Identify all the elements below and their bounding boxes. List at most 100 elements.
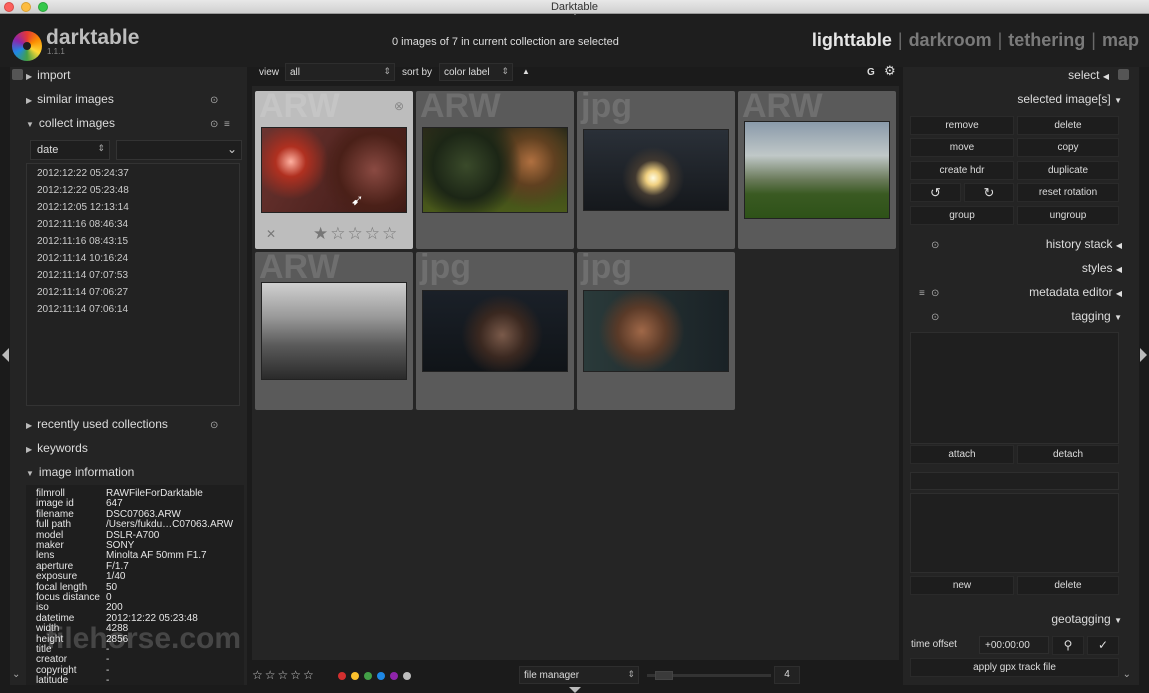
sort-direction-icon[interactable]: ▲ <box>522 67 530 76</box>
selected-images-header[interactable]: selected image[s] ▼ <box>1017 88 1122 110</box>
keywords-label: keywords <box>37 441 88 455</box>
date-list-item[interactable]: 2012:12:22 05:24:37 <box>37 168 129 179</box>
presets-icon[interactable]: ≡ <box>919 288 925 299</box>
metadata-editor-header[interactable]: metadata editor ◀ <box>1029 281 1122 303</box>
apply-gpx-button[interactable]: apply gpx track file <box>910 658 1119 677</box>
history-stack-header[interactable]: history stack ◀ <box>1046 233 1122 255</box>
image-information-label: image information <box>38 465 135 479</box>
star-rating[interactable]: ★☆☆☆☆ <box>313 224 399 244</box>
zoom-value[interactable]: 4 <box>774 666 800 684</box>
date-list-item[interactable]: 2012:11:14 07:06:14 <box>37 304 128 315</box>
collect-field-select[interactable]: date ⇕ <box>30 140 110 160</box>
date-list-item[interactable]: 2012:11:14 10:16:24 <box>37 253 128 264</box>
search-icon[interactable]: ⚲ <box>1052 636 1084 655</box>
sort-select[interactable]: color label ⇕ <box>439 63 513 81</box>
view-map[interactable]: map <box>1102 30 1139 50</box>
right-panel-collapse-icon[interactable] <box>1140 348 1147 362</box>
thumbnail-image <box>744 121 890 219</box>
collect-text-input[interactable]: ⌄ <box>116 140 242 160</box>
left-panel-collapse-icon[interactable] <box>2 348 9 362</box>
scroll-up-icon[interactable] <box>12 69 23 80</box>
group-button[interactable]: group <box>910 206 1014 225</box>
color-label-dot[interactable] <box>377 672 385 680</box>
reset-icon[interactable]: ⊙ <box>931 240 939 251</box>
view-darkroom[interactable]: darkroom <box>909 30 992 50</box>
copy-button[interactable]: copy <box>1017 138 1119 157</box>
thumbnail[interactable]: jpg <box>577 87 735 249</box>
reset-icon[interactable]: ⊙ <box>210 420 218 431</box>
checkmark-icon[interactable]: ✓ <box>1087 636 1119 655</box>
presets-icon[interactable]: ≡ <box>224 119 230 130</box>
select-module-header[interactable]: select ◀ <box>1068 64 1109 86</box>
ungroup-button[interactable]: ungroup <box>1017 206 1119 225</box>
image-information-header[interactable]: ▼ image information <box>26 461 134 483</box>
color-label-dot[interactable] <box>390 672 398 680</box>
color-label-dot[interactable] <box>403 672 411 680</box>
dictionary-tags-list[interactable] <box>910 493 1119 573</box>
delete-button[interactable]: delete <box>1017 116 1119 135</box>
time-offset-value: +00:00:00 <box>985 640 1030 651</box>
rating-filter[interactable]: ☆☆☆☆☆ <box>252 668 316 682</box>
info-key: full path <box>36 519 72 531</box>
thumbnail[interactable]: ARW <box>255 248 413 410</box>
date-list-item[interactable]: 2012:12:22 05:23:48 <box>37 185 129 196</box>
date-list-item[interactable]: 2012:11:16 08:43:15 <box>37 236 128 247</box>
date-list-item[interactable]: 2012:11:14 07:06:27 <box>37 287 128 298</box>
reset-icon[interactable]: ⊙ <box>210 95 218 106</box>
reset-icon[interactable]: ⊙ <box>931 288 939 299</box>
rotate-cw-button[interactable]: ↻ <box>964 183 1014 202</box>
view-lighttable[interactable]: lighttable <box>812 30 892 50</box>
scroll-down-icon[interactable]: ⌄ <box>1123 669 1131 680</box>
attached-tags-list[interactable] <box>910 332 1119 444</box>
similar-images-header[interactable]: ▶ similar images <box>26 88 114 110</box>
create-hdr-button[interactable]: create hdr <box>910 161 1014 180</box>
color-label-dot[interactable] <box>338 672 346 680</box>
keywords-header[interactable]: ▶ keywords <box>26 437 88 459</box>
geotagging-header[interactable]: geotagging ▼ <box>1051 608 1122 630</box>
bottom-panel-collapse-icon[interactable] <box>569 687 581 693</box>
reset-icon[interactable]: ⊙ <box>210 119 218 130</box>
date-list-item[interactable]: 2012:12:05 12:13:14 <box>37 202 129 213</box>
reset-icon[interactable]: ⊙ <box>931 312 939 323</box>
view-tethering[interactable]: tethering <box>1008 30 1085 50</box>
collect-images-header[interactable]: ▼ collect images <box>26 112 115 134</box>
tag-entry-input[interactable] <box>910 472 1119 490</box>
thumbnail[interactable]: jpg <box>416 248 574 410</box>
attach-button[interactable]: attach <box>910 445 1014 464</box>
color-label-dot[interactable] <box>364 672 372 680</box>
view-filter-select[interactable]: all ⇕ <box>285 63 395 81</box>
tagging-header[interactable]: tagging ▼ <box>1071 305 1122 327</box>
zoom-slider-handle[interactable] <box>655 671 673 680</box>
chevron-down-icon[interactable]: ⌄ <box>227 142 237 156</box>
date-list-item[interactable]: 2012:11:16 08:46:34 <box>37 219 128 230</box>
thumbnail-image <box>583 290 729 372</box>
reset-rotation-button[interactable]: reset rotation <box>1017 183 1119 202</box>
detach-button[interactable]: detach <box>1017 445 1119 464</box>
reject-icon[interactable]: ✕ <box>266 227 276 241</box>
thumbnail[interactable]: ARW <box>416 87 574 249</box>
recent-collections-header[interactable]: ▶ recently used collections <box>26 413 168 435</box>
thumbnail[interactable]: ARW ⊗ ✕ ★☆☆☆☆ ➹ <box>255 87 413 249</box>
delete-tag-button[interactable]: delete <box>1017 576 1119 595</box>
duplicate-button[interactable]: duplicate <box>1017 161 1119 180</box>
layout-select[interactable]: file manager ⇕ <box>519 666 639 684</box>
rotate-ccw-button[interactable]: ↺ <box>910 183 961 202</box>
scroll-up-icon[interactable] <box>1118 69 1129 80</box>
remove-button[interactable]: remove <box>910 116 1014 135</box>
time-offset-input[interactable]: +00:00:00 <box>979 636 1049 654</box>
import-module-header[interactable]: ▶ import <box>26 64 71 86</box>
move-button[interactable]: move <box>910 138 1014 157</box>
thumbnail[interactable]: ARW <box>738 87 896 249</box>
new-tag-button[interactable]: new <box>910 576 1014 595</box>
thumbnail-image <box>261 282 407 380</box>
thumbnail-extension: jpg <box>581 248 632 286</box>
grouping-toggle[interactable]: G <box>867 67 875 78</box>
thumbnail[interactable]: jpg <box>577 248 735 410</box>
gear-icon[interactable]: ⚙ <box>884 63 896 79</box>
color-label-dot[interactable] <box>351 672 359 680</box>
scroll-down-icon[interactable]: ⌄ <box>12 669 20 680</box>
altered-icon[interactable]: ⊗ <box>394 99 404 113</box>
zoom-slider-track[interactable] <box>647 671 771 680</box>
date-list-item[interactable]: 2012:11:14 07:07:53 <box>37 270 128 281</box>
styles-header[interactable]: styles ◀ <box>1082 257 1122 279</box>
